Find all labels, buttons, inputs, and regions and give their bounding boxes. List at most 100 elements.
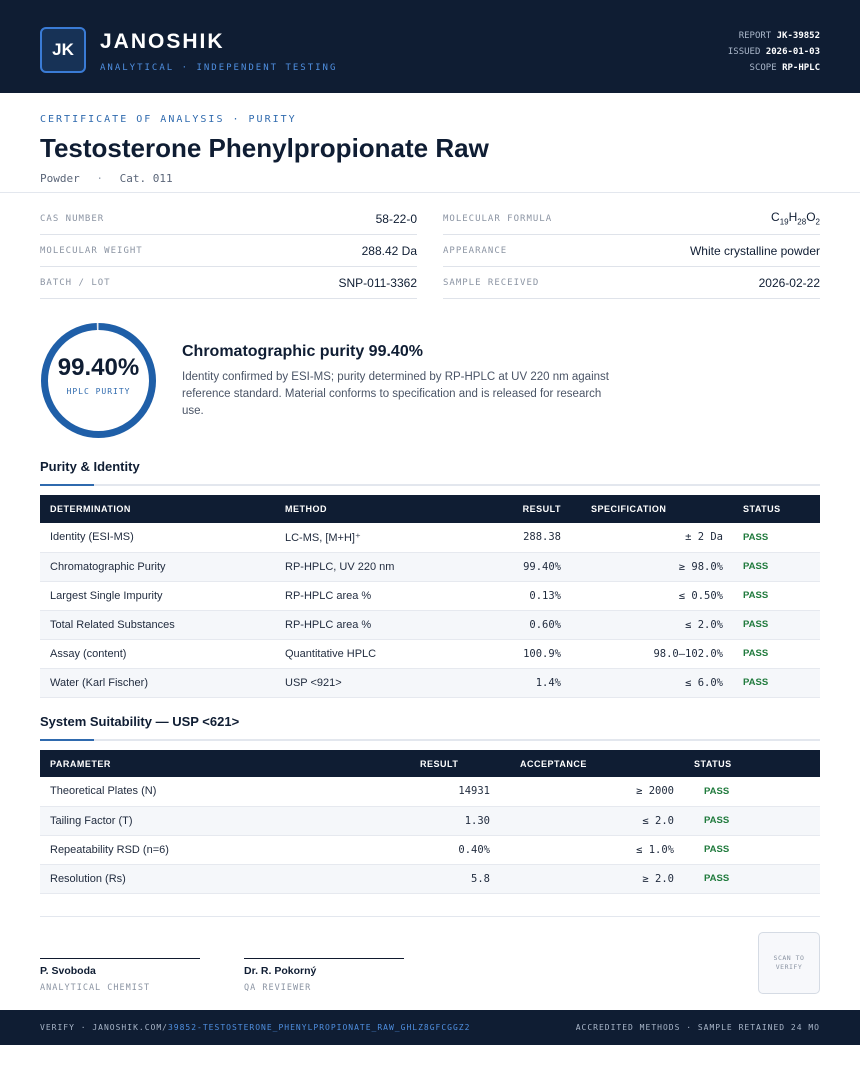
parameter-cell: Theoretical Plates (N) — [40, 777, 320, 807]
result-cell: 99.40% — [455, 552, 571, 582]
result-cell: 0.60% — [455, 610, 571, 640]
status-badge: PASS — [684, 835, 820, 865]
molecular-weight: 288.42 Da — [361, 243, 417, 258]
property-row: APPEARANCE White crystalline powder — [443, 235, 820, 267]
divider — [40, 916, 820, 917]
verify-text: VERIFY · JANOSHIK.COM/39852-TESTOSTERONE… — [40, 1023, 470, 1032]
purity-label: HPLC PURITY — [66, 387, 131, 396]
result-cell: 0.40% — [320, 835, 500, 865]
property-row: MOLECULAR WEIGHT 288.42 Da — [40, 235, 417, 267]
determination-cell: Chromatographic Purity — [40, 552, 275, 582]
verify-qr-code[interactable]: SCAN TO VERIFY — [758, 932, 820, 994]
specification-cell: ≤ 0.50% — [571, 581, 733, 611]
result-cell: 0.13% — [455, 581, 571, 611]
determination-cell: Largest Single Impurity — [40, 581, 275, 611]
column-header: RESULT — [522, 504, 561, 514]
section-title-purity-identity: Purity & Identity — [40, 459, 140, 474]
acceptance-cell: ≤ 1.0% — [500, 835, 684, 865]
result-cell: 14931 — [320, 777, 500, 807]
purity-identity-table: DETERMINATION METHOD RESULT SPECIFICATIO… — [40, 495, 820, 698]
divider — [0, 192, 860, 193]
qr-caption: SCAN TO VERIFY — [773, 954, 805, 971]
issued-label: ISSUED — [727, 47, 761, 57]
result-cell: 5.8 — [320, 864, 500, 894]
acceptance-cell: ≤ 2.0 — [500, 806, 684, 836]
determination-cell: Assay (content) — [40, 639, 275, 669]
status-badge: PASS — [733, 639, 820, 669]
product-subtitle: Powder · Cat. 011 — [40, 172, 173, 185]
status-badge: PASS — [684, 777, 820, 807]
parameter-cell: Tailing Factor (T) — [40, 806, 320, 836]
property-label: CAS NUMBER — [40, 213, 105, 224]
specification-cell: ≤ 2.0% — [571, 610, 733, 640]
method-cell: LC-MS, [M+H]⁺ — [275, 523, 455, 553]
signature-role: QA REVIEWER — [244, 983, 312, 993]
section-rule — [40, 739, 820, 741]
table-row: Chromatographic Purity RP-HPLC, UV 220 nm… — [40, 552, 820, 582]
product-title: Testosterone Phenylpropionate Raw — [40, 133, 489, 163]
result-cell: 100.9% — [455, 639, 571, 669]
acceptance-cell: ≥ 2000 — [500, 777, 684, 807]
property-row: SAMPLE RECEIVED 2026-02-22 — [443, 267, 820, 299]
column-header: DETERMINATION — [50, 504, 131, 514]
section-rule — [40, 484, 820, 486]
table-row: Total Related Substances RP-HPLC area % 0.… — [40, 610, 820, 640]
certificate-eyebrow: CERTIFICATE OF ANALYSIS · PURITY — [40, 114, 297, 125]
cas-number: 58-22-0 — [375, 211, 417, 226]
column-header: ACCEPTANCE — [520, 758, 587, 769]
determination-cell: Total Related Substances — [40, 610, 275, 640]
table-row: Assay (content) Quantitative HPLC 100.9% 98… — [40, 639, 820, 669]
status-badge: PASS — [733, 552, 820, 582]
property-label: APPEARANCE — [443, 245, 508, 256]
report-label: REPORT — [738, 31, 772, 41]
purity-description: Identity confirmed by ESI-MS; purity det… — [182, 371, 609, 417]
signature-name: Dr. R. Pokorný — [244, 965, 317, 977]
product-form: Powder — [40, 172, 80, 185]
column-header: STATUS — [743, 504, 781, 514]
column-header: RESULT — [420, 758, 459, 769]
report-meta: REPORT JK-39852 ISSUED 2026-01-03 SCOPE … — [728, 28, 820, 76]
scope-label: SCOPE — [749, 63, 777, 73]
footer-bar: VERIFY · JANOSHIK.COM/39852-TESTOSTERONE… — [0, 1010, 860, 1045]
table-header-row: PARAMETER RESULT ACCEPTANCE STATUS — [40, 750, 820, 777]
column-header: STATUS — [694, 758, 732, 769]
section-rule-accent — [40, 484, 94, 486]
table-row: Identity (ESI-MS) LC-MS, [M+H]⁺ 288.38 ± 2 … — [40, 523, 820, 553]
property-row: BATCH / LOT SNP-011-3362 — [40, 267, 417, 299]
table-row: Theoretical Plates (N) 14931 ≥ 2000 PASS — [40, 777, 820, 807]
molecular-formula: C19H28O2 — [771, 210, 820, 227]
method-cell: USP <921> — [275, 668, 455, 698]
determination-cell: Water (Karl Fischer) — [40, 668, 275, 698]
report-header: JK JANOSHIK ANALYTICAL · INDEPENDENT TES… — [0, 0, 860, 93]
brand-tagline: ANALYTICAL · INDEPENDENT TESTING — [100, 63, 338, 73]
brand-logo: JK — [40, 27, 86, 73]
system-suitability-table: PARAMETER RESULT ACCEPTANCE STATUS Theor… — [40, 750, 820, 894]
parameter-cell: Resolution (Rs) — [40, 864, 320, 894]
properties-right: MOLECULAR FORMULA C19H28O2 APPEARANCE Wh… — [443, 203, 820, 299]
properties-left: CAS NUMBER 58-22-0 MOLECULAR WEIGHT 288.… — [40, 203, 417, 299]
table-row: Resolution (Rs) 5.8 ≥ 2.0 PASS — [40, 864, 820, 894]
result-cell: 1.30 — [320, 806, 500, 836]
property-label: MOLECULAR FORMULA — [443, 213, 553, 224]
footer-note: ACCREDITED METHODS · SAMPLE RETAINED 24 … — [575, 1023, 820, 1032]
status-badge: PASS — [733, 523, 820, 553]
acceptance-cell: ≥ 2.0 — [500, 864, 684, 894]
method-cell: RP-HPLC area % — [275, 610, 455, 640]
specification-cell: ≥ 98.0% — [571, 552, 733, 582]
section-title-system-suitability: System Suitability — USP <621> — [40, 714, 240, 729]
property-label: MOLECULAR WEIGHT — [40, 245, 143, 256]
status-badge: PASS — [684, 806, 820, 836]
property-label: BATCH / LOT — [40, 277, 111, 288]
brand-name: JANOSHIK — [100, 30, 225, 53]
product-catalog: Cat. 011 — [119, 172, 173, 185]
method-cell: Quantitative HPLC — [275, 639, 455, 669]
section-rule-accent — [40, 739, 94, 741]
verify-link[interactable]: 39852-TESTOSTERONE_PHENYLPROPIONATE_RAW_… — [168, 1023, 470, 1032]
specification-cell: ± 2 Da — [571, 523, 733, 553]
property-row: CAS NUMBER 58-22-0 — [40, 203, 417, 235]
table-header-row: DETERMINATION METHOD RESULT SPECIFICATIO… — [40, 495, 820, 523]
batch-lot: SNP-011-3362 — [338, 275, 418, 290]
signature-role: ANALYTICAL CHEMIST — [40, 983, 151, 993]
purity-heading: Chromatographic purity 99.40% — [182, 343, 423, 360]
sample-received: 2026-02-22 — [758, 275, 820, 290]
